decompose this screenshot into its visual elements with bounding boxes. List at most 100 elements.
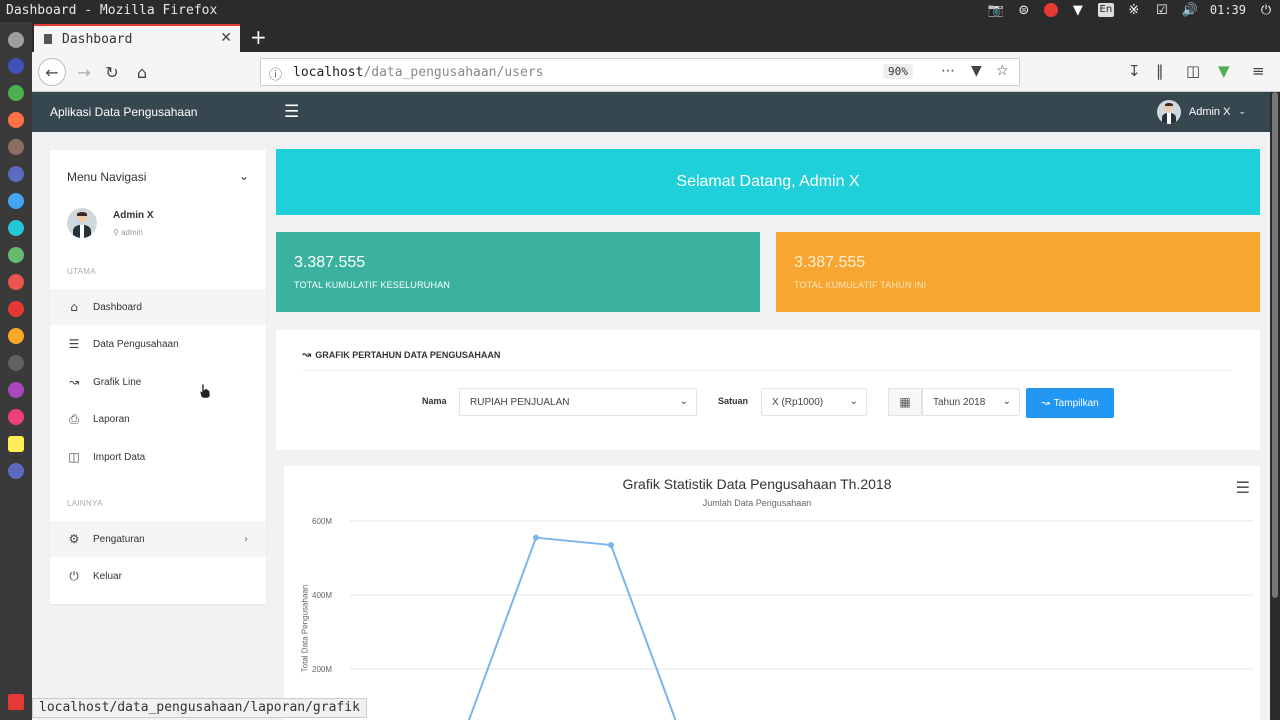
editor-app-icon[interactable] bbox=[8, 355, 24, 371]
reload-button[interactable]: ↻ bbox=[100, 60, 124, 84]
clock[interactable]: 01:39 bbox=[1210, 3, 1246, 17]
location-pin-icon: ⚲ bbox=[113, 228, 119, 237]
tahun-select-value: Tahun 2018 bbox=[933, 397, 986, 408]
menu-header[interactable]: Menu Navigasi ⌄ bbox=[67, 169, 249, 184]
data-point[interactable] bbox=[608, 542, 614, 549]
app-title[interactable]: Aplikasi Data Pengusahaan bbox=[50, 105, 197, 119]
user-menu[interactable]: Admin X ⌄ bbox=[1156, 100, 1246, 124]
notes-app-icon[interactable] bbox=[8, 436, 24, 452]
info-icon[interactable]: ⓘ bbox=[269, 64, 282, 83]
hamburger-menu-icon[interactable]: ☰ bbox=[284, 102, 299, 122]
settings-app-icon[interactable] bbox=[8, 32, 24, 48]
nama-select-value: RUPIAH PENJUALAN bbox=[470, 397, 570, 408]
messaging-app-icon[interactable] bbox=[8, 193, 24, 209]
media-app-icon[interactable] bbox=[8, 274, 24, 290]
sidebar-item-keluar[interactable]: ⏻ Keluar bbox=[50, 558, 266, 594]
new-tab-button[interactable]: + bbox=[250, 25, 267, 49]
sidebar-item-laporan[interactable]: ⎙ Laporan bbox=[50, 401, 266, 437]
chart-y-axis-label: Total Data Pengusahaan bbox=[300, 584, 310, 673]
chart-filter-panel: ↝ GRAFIK PERTAHUN DATA PENGUSAHAAN Nama … bbox=[276, 330, 1260, 450]
power-menu-icon[interactable]: ⏻ bbox=[1258, 2, 1274, 18]
y-tick-label: 200M bbox=[312, 665, 332, 674]
filter-title-text: GRAFIK PERTAHUN DATA PENGUSAHAAN bbox=[315, 349, 501, 360]
library-icon[interactable]: ‖ bbox=[1156, 62, 1164, 80]
spreadsheet-app-icon[interactable] bbox=[8, 247, 24, 263]
inkscape-app-icon[interactable] bbox=[8, 166, 24, 182]
browser-menu-icon[interactable]: ≡ bbox=[1252, 62, 1265, 80]
url-bar[interactable]: ⓘ localhost/data_pengusahaan/users 90% ⋯… bbox=[260, 58, 1020, 86]
sidebar-user: Admin X ⚲ admin bbox=[67, 208, 154, 238]
back-button[interactable]: ← bbox=[38, 58, 66, 86]
sidebar-toggle-icon[interactable]: ◫ bbox=[1186, 62, 1200, 80]
zoom-level-badge[interactable]: 90% bbox=[883, 64, 913, 79]
chart-context-menu-icon[interactable]: ☰ bbox=[1236, 478, 1250, 497]
bookmark-star-icon[interactable]: ☆ bbox=[996, 63, 1009, 79]
tampilkan-button[interactable]: ↝ Tampilkan bbox=[1026, 388, 1114, 418]
sidebar-item-dashboard[interactable]: ⌂ Dashboard bbox=[50, 289, 266, 325]
record-icon[interactable] bbox=[1043, 3, 1058, 17]
section-label-main: UTAMA bbox=[67, 267, 96, 276]
section-label-other: LAINNYA bbox=[67, 499, 103, 508]
data-point[interactable] bbox=[533, 534, 539, 541]
browser-app-icon[interactable] bbox=[8, 463, 24, 479]
series-line[interactable] bbox=[467, 536, 684, 720]
downloads-icon[interactable]: ↧ bbox=[1128, 62, 1141, 80]
url-text: localhost/data_pengusahaan/users bbox=[293, 65, 543, 80]
page-actions-icon[interactable]: ⋯ bbox=[941, 63, 955, 79]
forward-button[interactable]: → bbox=[72, 60, 96, 84]
tahun-select[interactable]: Tahun 2018 ⌄ bbox=[922, 388, 1020, 416]
filter-panel-title: ↝ GRAFIK PERTAHUN DATA PENGUSAHAAN bbox=[302, 348, 500, 361]
calendar-icon[interactable]: ▦ bbox=[888, 388, 922, 416]
volume-icon[interactable]: 🔊 bbox=[1182, 2, 1198, 18]
trash-icon[interactable] bbox=[8, 694, 24, 710]
avatar bbox=[67, 208, 97, 238]
tab-title: Dashboard bbox=[62, 32, 133, 47]
window-title: Dashboard - Mozilla Firefox bbox=[6, 3, 218, 18]
files-app-icon[interactable] bbox=[8, 58, 24, 74]
y-tick-label: 600M bbox=[312, 517, 332, 526]
sidebar-item-data-pengusahaan[interactable]: ☰ Data Pengusahaan bbox=[50, 326, 266, 362]
keyboard-layout-indicator[interactable]: En bbox=[1097, 3, 1114, 17]
chrome-app-icon[interactable] bbox=[8, 85, 24, 101]
screen-share-icon[interactable]: ⊜ bbox=[1016, 2, 1032, 18]
scrollbar-thumb[interactable] bbox=[1272, 92, 1278, 598]
line-chart-icon: ↝ bbox=[1041, 397, 1050, 409]
browser-navbar: ← → ↻ ⌂ ⓘ localhost/data_pengusahaan/use… bbox=[32, 52, 1280, 92]
satuan-select[interactable]: X (Rp1000) ⌄ bbox=[761, 388, 867, 416]
sidebar-item-label: Grafik Line bbox=[93, 376, 142, 388]
sidebar-item-label: Dashboard bbox=[93, 301, 142, 313]
chart-subtitle: Jumlah Data Pengusahaan bbox=[702, 498, 812, 508]
web-app: Aplikasi Data Pengusahaan ☰ Admin X ⌄ Me… bbox=[32, 92, 1270, 720]
graphics-app-icon[interactable] bbox=[8, 382, 24, 398]
clipboard-icon[interactable]: ☑ bbox=[1154, 2, 1170, 18]
page-scrollbar[interactable] bbox=[1270, 92, 1280, 720]
home-icon: ⌂ bbox=[70, 300, 78, 314]
home-button[interactable]: ⌂ bbox=[130, 60, 154, 84]
bluetooth-icon[interactable]: ※ bbox=[1126, 2, 1142, 18]
pocket-icon[interactable]: ▼ bbox=[971, 63, 982, 79]
wifi-icon[interactable]: ▼ bbox=[1070, 2, 1086, 18]
page-icon bbox=[44, 34, 52, 44]
sidebar-item-import-data[interactable]: ◫ Import Data bbox=[50, 439, 266, 475]
nama-select[interactable]: RUPIAH PENJUALAN ⌄ bbox=[459, 388, 697, 416]
filezilla-app-icon[interactable] bbox=[8, 301, 24, 317]
chart-title: Grafik Statistik Data Pengusahaan Th.201… bbox=[622, 476, 892, 492]
chevron-down-icon[interactable]: ⌄ bbox=[239, 169, 249, 183]
camera-icon[interactable]: 📷 bbox=[988, 2, 1004, 18]
sublime-app-icon[interactable] bbox=[8, 139, 24, 155]
extension-icon[interactable]: ▼ bbox=[1218, 62, 1230, 80]
stat-card-total-overall: 3.387.555 TOTAL KUMULATIF KESELURUHAN bbox=[276, 232, 760, 312]
firefox-app-icon[interactable] bbox=[8, 112, 24, 128]
stat-label: TOTAL KUMULATIF KESELURUHAN bbox=[294, 280, 451, 290]
sidebar-item-pengaturan[interactable]: ⚙ Pengaturan › bbox=[50, 521, 266, 557]
terminal-app-icon[interactable] bbox=[8, 220, 24, 236]
browser-tab[interactable]: Dashboard ✕ bbox=[34, 24, 240, 52]
close-tab-icon[interactable]: ✕ bbox=[220, 30, 232, 46]
line-chart-panel: 600M 400M 200M Grafik Statistik Data Pengu… bbox=[284, 466, 1260, 720]
sidebar-item-label: Data Pengusahaan bbox=[93, 338, 179, 350]
satuan-select-value: X (Rp1000) bbox=[772, 397, 824, 408]
sidebar-item-grafik-line[interactable]: ↝ Grafik Line bbox=[50, 364, 266, 400]
music-app-icon[interactable] bbox=[8, 409, 24, 425]
printer-icon: ⎙ bbox=[69, 411, 79, 426]
archive-app-icon[interactable] bbox=[8, 328, 24, 344]
